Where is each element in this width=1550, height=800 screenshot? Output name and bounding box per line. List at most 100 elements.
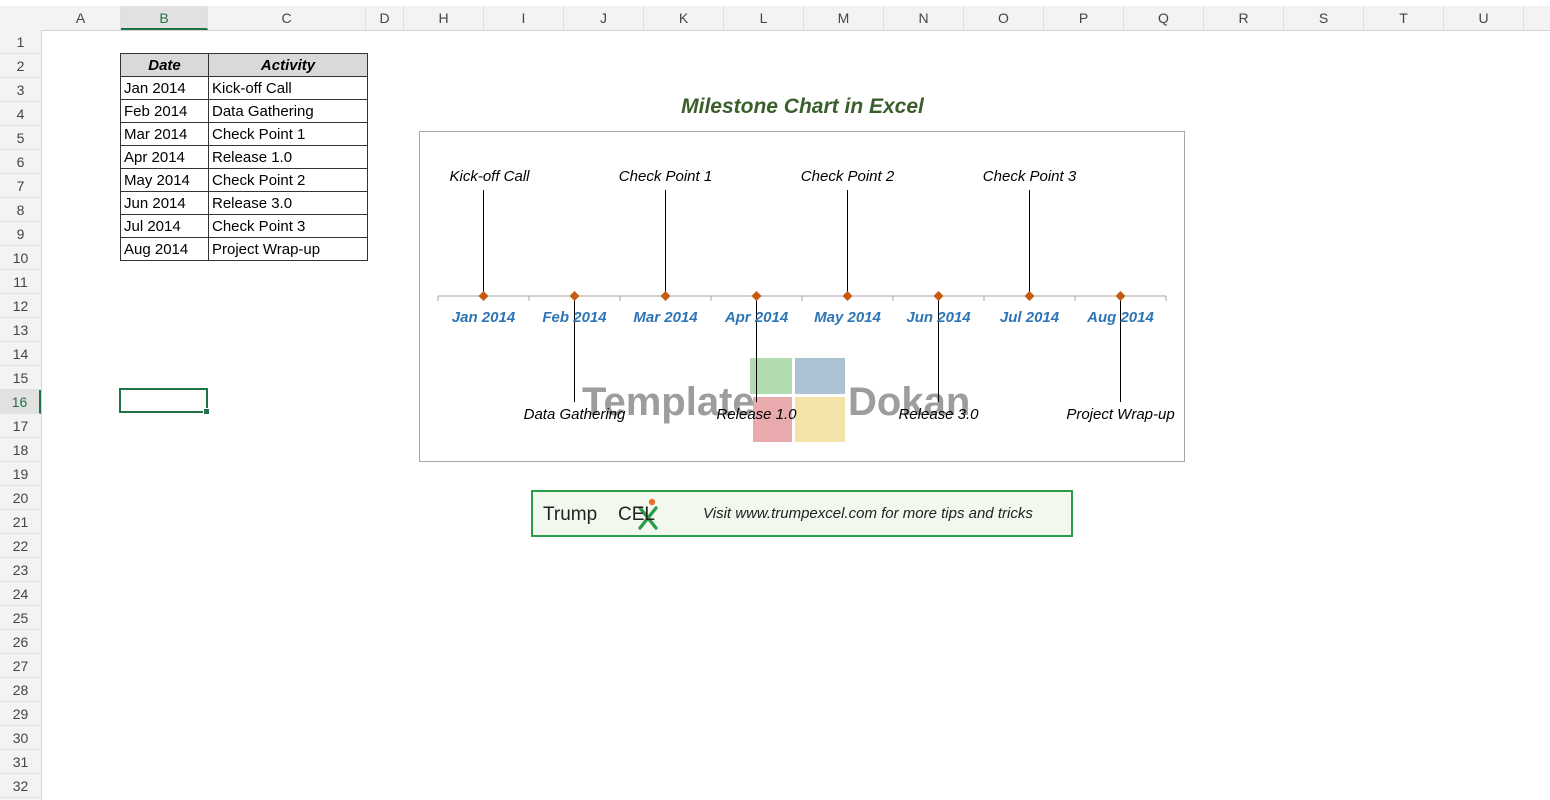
table-cell-date[interactable]: Mar 2014 [120,122,209,146]
row-header-1[interactable]: 1 [0,30,41,54]
table-cell-date[interactable]: Jul 2014 [120,214,209,238]
table-cell-date[interactable]: Jan 2014 [120,76,209,100]
milestone-label[interactable]: Check Point 3 [983,168,1077,185]
watermark-square-blue [795,358,845,394]
column-header-m[interactable]: M [804,6,884,30]
table-cell-activity[interactable]: Check Point 3 [208,214,368,238]
table-cell-activity[interactable]: Kick-off Call [208,76,368,100]
trumpexcel-banner[interactable]: Trump CEL Visit www.trumpexcel.com for m… [531,490,1073,537]
row-header-21[interactable]: 21 [0,510,41,534]
row-header-4[interactable]: 4 [0,102,41,126]
banner-logo-text: Trump [543,504,598,525]
row-header-17[interactable]: 17 [0,414,41,438]
milestone-label[interactable]: Check Point 1 [619,168,712,185]
row-header-31[interactable]: 31 [0,750,41,774]
table-cell-activity[interactable]: Project Wrap-up [208,237,368,261]
milestone-label[interactable]: Check Point 2 [801,168,895,185]
table-cell-date[interactable]: Jun 2014 [120,191,209,215]
table-cell-date[interactable]: Apr 2014 [120,145,209,169]
column-header-q[interactable]: Q [1124,6,1204,30]
selected-cell-b16[interactable] [119,388,210,415]
row-header-23[interactable]: 23 [0,558,41,582]
table-header-date[interactable]: Date [120,53,209,77]
banner-tagline[interactable]: Visit www.trumpexcel.com for more tips a… [703,505,1033,522]
column-header-h[interactable]: H [404,6,484,30]
milestone-label[interactable]: Project Wrap-up [1066,406,1174,423]
column-header-o[interactable]: O [964,6,1044,30]
axis-tick-label: May 2014 [814,309,881,326]
column-header-b[interactable]: B [121,6,208,30]
row-header-16[interactable]: 16 [0,390,41,414]
milestone-marker[interactable] [478,291,489,301]
row-header-10[interactable]: 10 [0,246,41,270]
column-header-c[interactable]: C [208,6,366,30]
table-cell-activity[interactable]: Check Point 1 [208,122,368,146]
table-header-activity[interactable]: Activity [208,53,368,77]
milestone-label[interactable]: Data Gathering [524,406,626,423]
row-header-12[interactable]: 12 [0,294,41,318]
row-header-15[interactable]: 15 [0,366,41,390]
table-row: Feb 2014 Data Gathering [120,99,368,123]
row-header-7[interactable]: 7 [0,174,41,198]
table-cell-activity[interactable]: Release 3.0 [208,191,368,215]
milestone-marker[interactable] [842,291,853,301]
row-header-5[interactable]: 5 [0,126,41,150]
column-header-p[interactable]: P [1044,6,1124,30]
milestone-label[interactable]: Release 1.0 [716,406,797,423]
column-header-t[interactable]: T [1364,6,1444,30]
column-header-l[interactable]: L [724,6,804,30]
table-cell-date[interactable]: Aug 2014 [120,237,209,261]
milestone-marker[interactable] [1115,291,1126,301]
row-header-20[interactable]: 20 [0,486,41,510]
column-header-u[interactable]: U [1444,6,1524,30]
column-header-j[interactable]: J [564,6,644,30]
table-header-row: Date Activity [120,53,368,77]
row-header-8[interactable]: 8 [0,198,41,222]
row-header-24[interactable]: 24 [0,582,41,606]
row-header-22[interactable]: 22 [0,534,41,558]
row-header-9[interactable]: 9 [0,222,41,246]
row-header-19[interactable]: 19 [0,462,41,486]
milestone-marker[interactable] [1024,291,1035,301]
row-header-11[interactable]: 11 [0,270,41,294]
column-header-k[interactable]: K [644,6,724,30]
row-header-29[interactable]: 29 [0,702,41,726]
row-header-32[interactable]: 32 [0,774,41,798]
table-cell-date[interactable]: Feb 2014 [120,99,209,123]
table-cell-activity[interactable]: Data Gathering [208,99,368,123]
table-row: May 2014 Check Point 2 [120,168,368,192]
row-header-6[interactable]: 6 [0,150,41,174]
row-header-13[interactable]: 13 [0,318,41,342]
milestone-marker[interactable] [569,291,580,301]
table-row: Aug 2014 Project Wrap-up [120,237,368,261]
milestone-chart[interactable]: Template Dokan Jan 2014 Kick-off Call Feb … [419,131,1185,462]
table-cell-date[interactable]: May 2014 [120,168,209,192]
row-header-18[interactable]: 18 [0,438,41,462]
row-header-28[interactable]: 28 [0,678,41,702]
row-header-30[interactable]: 30 [0,726,41,750]
column-header-i[interactable]: I [484,6,564,30]
chart-plot-area: Template Dokan Jan 2014 Kick-off Call Feb … [437,168,1175,442]
row-header-3[interactable]: 3 [0,78,41,102]
row-header-25[interactable]: 25 [0,606,41,630]
milestone-label[interactable]: Kick-off Call [449,168,530,185]
milestone-label[interactable]: Release 3.0 [898,406,979,423]
row-header-27[interactable]: 27 [0,654,41,678]
column-header-d[interactable]: D [366,6,404,30]
banner-logo-text-suffix: CEL [618,504,655,525]
column-header-s[interactable]: S [1284,6,1364,30]
table-cell-activity[interactable]: Release 1.0 [208,145,368,169]
row-header-2[interactable]: 2 [0,54,41,78]
row-header-bar: 1 2 3 4 5 6 7 8 9 10 11 12 13 14 15 16 17 18 19 20 21 22 23 24 2… [0,30,42,800]
milestone-marker[interactable] [660,291,671,301]
chart-title[interactable]: Milestone Chart in Excel [420,95,1185,119]
milestone-marker[interactable] [933,291,944,301]
column-header-a[interactable]: A [41,6,121,30]
column-header-r[interactable]: R [1204,6,1284,30]
milestone-marker[interactable] [751,291,762,301]
axis-tick-label: Mar 2014 [633,309,698,326]
table-cell-activity[interactable]: Check Point 2 [208,168,368,192]
row-header-26[interactable]: 26 [0,630,41,654]
column-header-n[interactable]: N [884,6,964,30]
row-header-14[interactable]: 14 [0,342,41,366]
